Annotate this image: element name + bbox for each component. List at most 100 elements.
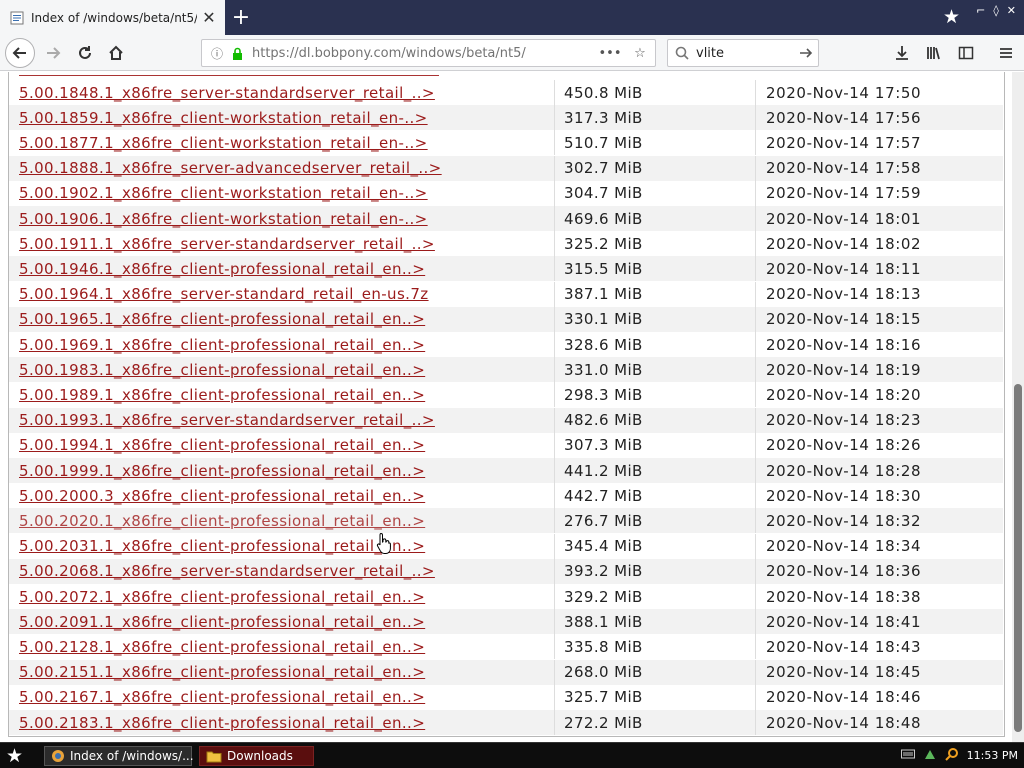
table-row: 5.00.1994.1_x86fre_client-professional_r…	[9, 432, 1003, 458]
file-size: 442.7 MiB	[564, 486, 643, 505]
file-date: 2020-Nov-14 18:45	[766, 663, 922, 682]
table-row: 5.00.1906.1_x86fre_client-workstation_re…	[9, 206, 1003, 231]
folder-icon	[206, 749, 222, 763]
file-link[interactable]: 5.00.2091.1_x86fre_client-professional_r…	[9, 613, 554, 631]
address-bar[interactable]: ⓘ https://dl.bobpony.com/windows/beta/nt…	[201, 39, 656, 67]
file-link[interactable]: 5.00.2183.1_x86fre_client-professional_r…	[9, 714, 554, 732]
file-link[interactable]: 5.00.1902.1_x86fre_client-workstation_re…	[9, 184, 554, 202]
file-size: 510.7 MiB	[564, 133, 643, 152]
taskbar: ★ Index of /windows/... Downloads 11:53 …	[0, 742, 1024, 768]
page-icon	[10, 11, 24, 25]
reload-button[interactable]	[71, 39, 99, 67]
new-tab-button[interactable]: +	[226, 0, 256, 35]
file-link[interactable]: 5.00.1989.1_x86fre_client-professional_r…	[9, 386, 554, 404]
file-link[interactable]: 5.00.1994.1_x86fre_client-professional_r…	[9, 436, 554, 454]
file-link[interactable]: 5.00.1993.1_x86fre_server-standardserver…	[9, 411, 554, 429]
search-tray-icon[interactable]	[944, 747, 959, 764]
table-row: 5.00.2072.1_x86fre_client-professional_r…	[9, 584, 1003, 609]
table-row: 5.00.2000.3_x86fre_client-professional_r…	[9, 483, 1003, 509]
table-row: 5.00.1965.1_x86fre_client-professional_r…	[9, 306, 1003, 332]
file-size: 276.7 MiB	[564, 511, 643, 530]
file-date: 2020-Nov-14 18:30	[766, 486, 922, 505]
vertical-scrollbar[interactable]	[1012, 72, 1024, 742]
table-row: 5.00.2031.1_x86fre_client-professional_r…	[9, 533, 1003, 559]
file-link[interactable]: 5.00.1969.1_x86fre_client-professional_r…	[9, 336, 554, 354]
sidebar-icon	[958, 46, 974, 60]
file-size: 272.2 MiB	[564, 713, 643, 732]
close-window-icon[interactable]: ✕	[1007, 4, 1016, 17]
taskbar-item-downloads[interactable]: Downloads	[199, 746, 314, 766]
file-link[interactable]: 5.00.1946.1_x86fre_client-professional_r…	[9, 260, 554, 278]
back-arrow-icon	[12, 47, 26, 59]
file-date: 2020-Nov-14 18:41	[766, 612, 922, 631]
search-go-icon[interactable]	[794, 46, 818, 60]
file-link[interactable]: 5.00.1888.1_x86fre_server-advancedserver…	[9, 159, 554, 177]
file-link[interactable]: 5.00.2167.1_x86fre_client-professional_r…	[9, 688, 554, 706]
tab-strip: Index of /windows/beta/nt5/ ✕ + ★ ⌐ ◊ ✕	[0, 0, 1024, 35]
file-date: 2020-Nov-14 18:20	[766, 385, 922, 404]
library-button[interactable]	[920, 39, 948, 67]
file-link[interactable]: 5.00.1983.1_x86fre_client-professional_r…	[9, 361, 554, 379]
file-size: 330.1 MiB	[564, 310, 643, 329]
file-link[interactable]: 5.00.1859.1_x86fre_client-workstation_re…	[9, 109, 554, 127]
forward-button[interactable]	[39, 39, 67, 67]
taskbar-item-browser[interactable]: Index of /windows/...	[44, 746, 194, 766]
page-content: 5.00.1848.1_x86fre_server-standardserver…	[0, 72, 1012, 742]
table-row: 5.00.2091.1_x86fre_client-professional_r…	[9, 609, 1003, 635]
file-date: 2020-Nov-14 18:48	[766, 713, 922, 732]
search-input[interactable]: vlite	[696, 46, 794, 61]
back-button[interactable]	[5, 38, 35, 68]
minimize-icon[interactable]: ⌐	[976, 4, 985, 17]
file-size: 317.3 MiB	[564, 108, 643, 127]
file-link[interactable]: 5.00.1848.1_x86fre_server-standardserver…	[9, 84, 554, 102]
network-icon[interactable]	[923, 747, 937, 764]
home-button[interactable]	[102, 39, 130, 67]
start-button[interactable]: ★	[6, 745, 23, 767]
menu-button[interactable]	[992, 39, 1020, 67]
file-size: 298.3 MiB	[564, 385, 643, 404]
file-size: 325.7 MiB	[564, 688, 643, 707]
file-link[interactable]: 5.00.2020.1_x86fre_client-professional_r…	[9, 512, 554, 530]
url-text[interactable]: https://dl.bobpony.com/windows/beta/nt5/	[246, 46, 595, 61]
file-link[interactable]: 5.00.1999.1_x86fre_client-professional_r…	[9, 462, 554, 480]
search-icon	[668, 46, 696, 60]
file-link[interactable]: 5.00.1906.1_x86fre_client-workstation_re…	[9, 210, 554, 228]
file-link[interactable]: 5.00.2072.1_x86fre_client-professional_r…	[9, 588, 554, 606]
file-date: 2020-Nov-14 18:36	[766, 562, 922, 581]
sidebar-button[interactable]	[952, 39, 980, 67]
file-size: 304.7 MiB	[564, 184, 643, 203]
file-link[interactable]: 5.00.2151.1_x86fre_client-professional_r…	[9, 663, 554, 681]
tab-index-of-nt5[interactable]: Index of /windows/beta/nt5/ ✕	[0, 0, 225, 35]
table-row: 5.00.1877.1_x86fre_client-workstation_re…	[9, 130, 1003, 156]
search-bar[interactable]: vlite	[667, 39, 819, 67]
file-link[interactable]: 5.00.1964.1_x86fre_server-standard_retai…	[9, 285, 554, 303]
bookmark-star-icon[interactable]: ☆	[625, 46, 655, 61]
table-row: 5.00.1969.1_x86fre_client-professional_r…	[9, 332, 1003, 357]
file-link[interactable]: 5.00.1965.1_x86fre_client-professional_r…	[9, 310, 554, 328]
file-link[interactable]: 5.00.2031.1_x86fre_client-professional_r…	[9, 537, 554, 555]
reload-icon	[79, 46, 91, 59]
taskbar-item-label: Index of /windows/...	[70, 749, 194, 763]
file-date: 2020-Nov-14 18:19	[766, 360, 922, 379]
taskbar-item-label: Downloads	[227, 749, 293, 763]
file-size: 393.2 MiB	[564, 562, 643, 581]
file-date: 2020-Nov-14 18:26	[766, 436, 922, 455]
lock-icon[interactable]	[228, 47, 246, 60]
scrollbar-thumb[interactable]	[1014, 384, 1022, 732]
file-link[interactable]: 5.00.2000.3_x86fre_client-professional_r…	[9, 487, 554, 505]
maximize-icon[interactable]: ◊	[993, 4, 998, 17]
info-icon[interactable]: ⓘ	[206, 45, 228, 62]
close-tab-icon[interactable]: ✕	[197, 8, 221, 27]
file-link[interactable]: 5.00.1911.1_x86fre_server-standardserver…	[9, 235, 554, 253]
keyboard-icon[interactable]	[900, 749, 915, 762]
clock[interactable]: 11:53 PM	[967, 749, 1018, 762]
file-date: 2020-Nov-14 18:32	[766, 511, 922, 530]
file-link[interactable]: 5.00.2128.1_x86fre_client-professional_r…	[9, 638, 554, 656]
file-size: 307.3 MiB	[564, 436, 643, 455]
table-row: 5.00.2151.1_x86fre_client-professional_r…	[9, 659, 1003, 685]
downloads-button[interactable]	[888, 39, 916, 67]
page-actions-icon[interactable]: •••	[595, 46, 625, 61]
file-link[interactable]: 5.00.1877.1_x86fre_client-workstation_re…	[9, 134, 554, 152]
file-size: 268.0 MiB	[564, 663, 643, 682]
file-link[interactable]: 5.00.2068.1_x86fre_server-standardserver…	[9, 562, 554, 580]
